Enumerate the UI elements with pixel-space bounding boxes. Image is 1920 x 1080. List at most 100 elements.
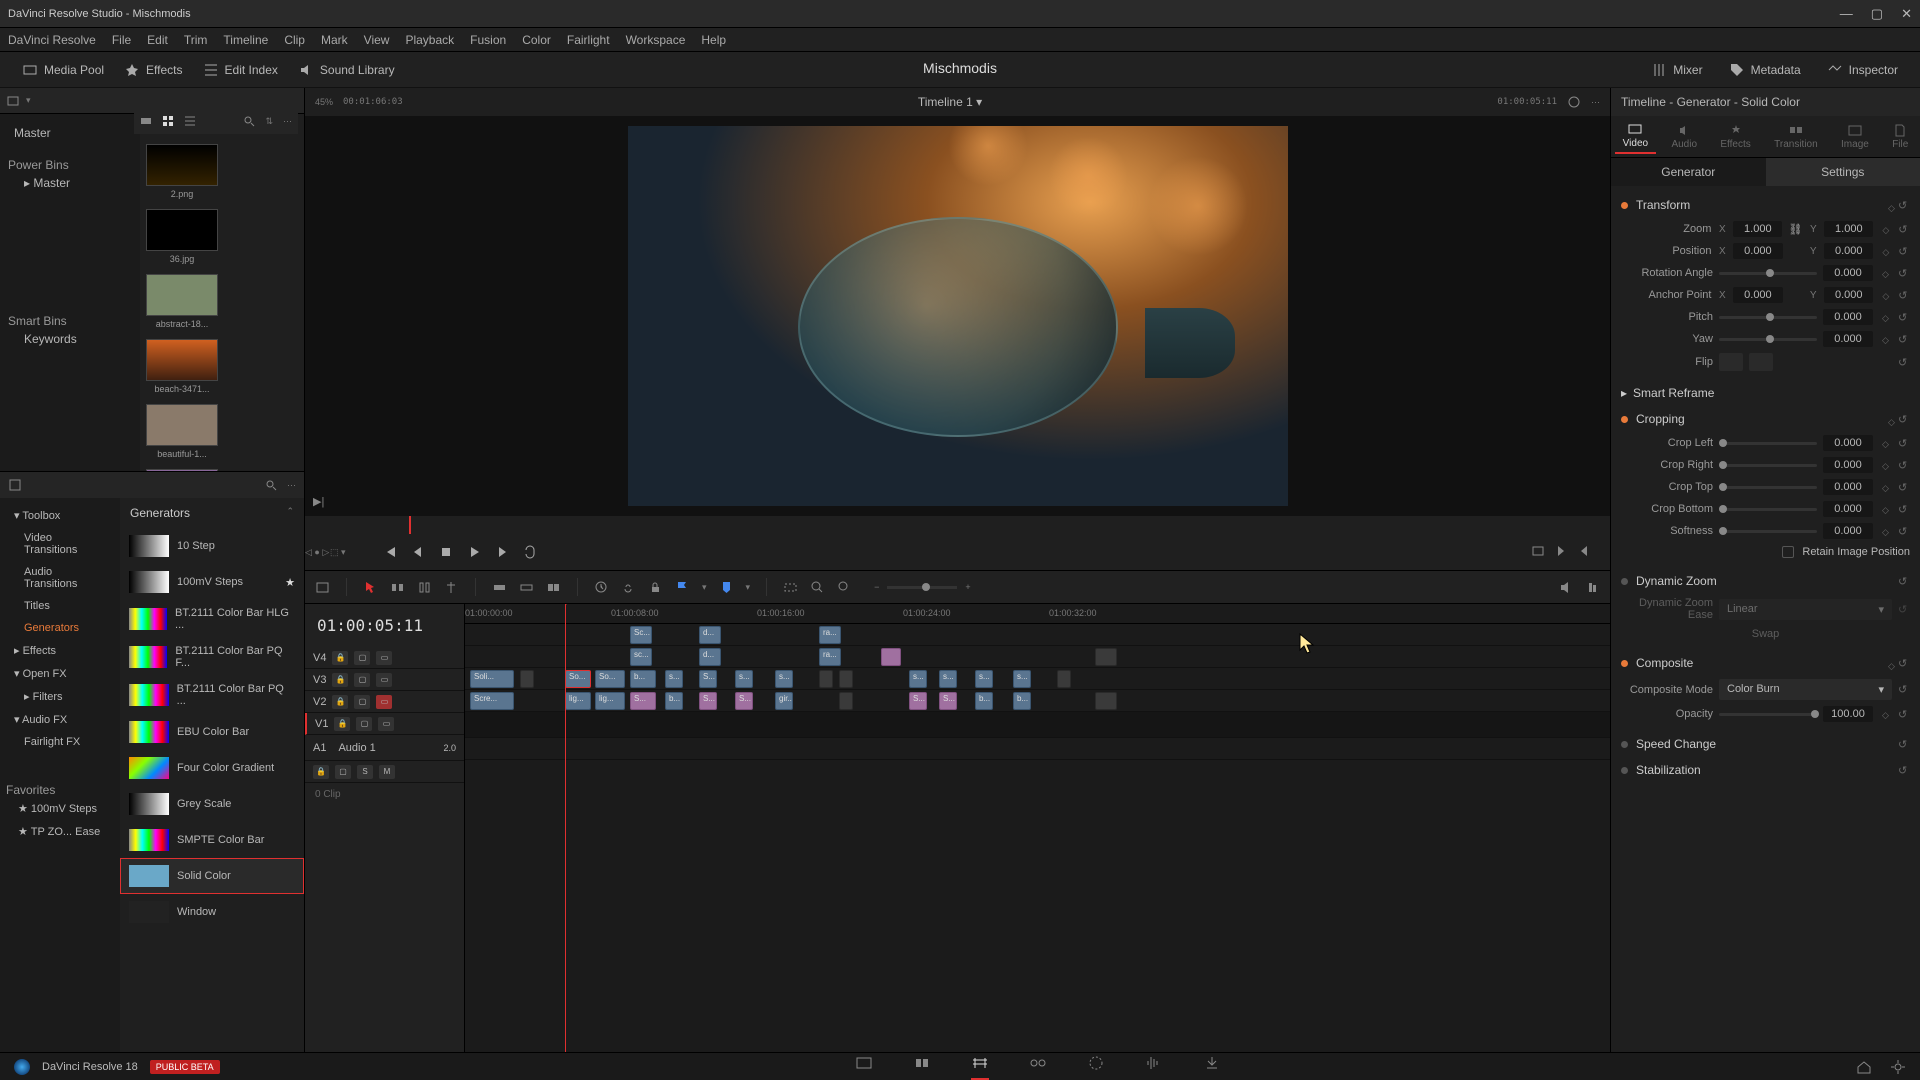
dynamic-trim-icon[interactable] xyxy=(417,580,432,595)
viewer-scrubber[interactable] xyxy=(305,516,1610,534)
crop-top-field[interactable]: 0.000 xyxy=(1823,479,1873,495)
timeline-clip[interactable]: s... xyxy=(909,670,927,688)
generator-item[interactable]: EBU Color Bar xyxy=(120,714,304,750)
softness-slider[interactable] xyxy=(1719,530,1817,533)
sound-library-toggle[interactable]: Sound Library xyxy=(288,62,405,78)
track-a1-header[interactable]: A1 Audio 12.0 xyxy=(305,735,464,761)
timeline-clip[interactable]: b... xyxy=(1013,692,1031,710)
color-page-icon[interactable] xyxy=(1087,1054,1105,1072)
fx-generators[interactable]: Generators xyxy=(6,617,114,639)
clip-item[interactable]: 36.jpg xyxy=(146,209,218,264)
subtab-settings[interactable]: Settings xyxy=(1766,158,1920,186)
generator-item[interactable]: 100mV Steps★ xyxy=(120,564,304,600)
zoom-detail-icon[interactable] xyxy=(810,580,825,595)
timeline-clip[interactable]: S... xyxy=(909,692,927,710)
blade-tool-icon[interactable] xyxy=(444,580,459,595)
close-button[interactable]: ✕ xyxy=(1901,6,1912,22)
audio-mute-icon[interactable] xyxy=(1558,580,1573,595)
prev-edit-icon[interactable]: ◁ ● ▷ xyxy=(305,547,329,558)
in-point-icon[interactable] xyxy=(1555,544,1569,558)
tab-transition[interactable]: Transition xyxy=(1766,120,1826,153)
menu-mark[interactable]: Mark xyxy=(321,33,348,47)
clip-item[interactable]: beach-3471... xyxy=(146,339,218,394)
media-pool-toggle[interactable]: Media Pool xyxy=(12,62,114,78)
fx-collapse-icon[interactable]: ⌃ xyxy=(286,506,294,520)
crop-right-field[interactable]: 0.000 xyxy=(1823,457,1873,473)
menu-view[interactable]: View xyxy=(364,33,390,47)
timeline-clip[interactable]: d... xyxy=(699,626,721,644)
timeline-clip[interactable]: lig... xyxy=(595,692,625,710)
generator-item[interactable]: Grey Scale xyxy=(120,786,304,822)
menu-help[interactable]: Help xyxy=(701,33,726,47)
timeline-clip[interactable]: Sc... xyxy=(630,626,652,644)
track-v3[interactable]: sc...d...ra... xyxy=(465,646,1610,668)
fx-effects[interactable]: ▸ Effects xyxy=(6,639,114,662)
yaw-field[interactable]: 0.000 xyxy=(1823,331,1873,347)
fav-item-0[interactable]: ★ 100mV Steps xyxy=(6,797,114,820)
fx-options-button[interactable]: ⋯ xyxy=(287,480,296,491)
timeline-clip[interactable]: S... xyxy=(735,692,753,710)
view-options-icon[interactable] xyxy=(315,580,330,595)
smart-reframe-section[interactable]: ▸Smart Reframe xyxy=(1621,380,1910,406)
timeline-clip[interactable]: gir... xyxy=(775,692,793,710)
fx-search-icon[interactable] xyxy=(265,479,277,491)
fx-openfx[interactable]: ▾ Open FX xyxy=(6,662,114,685)
viewer-options[interactable]: ⋯ xyxy=(1591,97,1600,108)
options-button[interactable]: ⋯ xyxy=(283,116,292,127)
dynamic-zoom-section[interactable]: Dynamic Zoom↺ xyxy=(1621,568,1910,594)
toolbox-header[interactable]: ▾ Toolbox xyxy=(6,504,114,527)
next-clip-icon[interactable]: ▶| xyxy=(313,495,324,508)
timeline-clip[interactable] xyxy=(839,670,853,688)
timeline-clip[interactable]: s... xyxy=(1013,670,1031,688)
fav-item-1[interactable]: ★ TP ZO... Ease xyxy=(6,820,114,843)
tab-file[interactable]: File xyxy=(1884,120,1916,153)
insert-clip-icon[interactable] xyxy=(492,580,507,595)
selection-tool-icon[interactable] xyxy=(363,580,378,595)
clip-item[interactable]: beautiful-1... xyxy=(146,404,218,459)
generator-item[interactable]: BT.2111 Color Bar PQ F... xyxy=(120,638,304,676)
overwrite-clip-icon[interactable] xyxy=(519,580,534,595)
timeline-clip[interactable] xyxy=(1095,692,1117,710)
tab-effects[interactable]: Effects xyxy=(1712,120,1758,153)
fx-audiofx[interactable]: ▾ Audio FX xyxy=(6,708,114,731)
track-a1-sub[interactable] xyxy=(465,738,1610,760)
menu-edit[interactable]: Edit xyxy=(147,33,168,47)
tab-audio[interactable]: Audio xyxy=(1663,120,1705,153)
timeline-clip[interactable]: lig... xyxy=(565,692,591,710)
timeline-clip[interactable]: ra... xyxy=(819,626,841,644)
fx-panel-icon[interactable] xyxy=(8,478,22,492)
tab-image[interactable]: Image xyxy=(1833,120,1877,153)
timeline-clip[interactable] xyxy=(819,670,833,688)
mute-button[interactable]: M xyxy=(379,765,395,779)
menu-davinci[interactable]: DaVinci Resolve xyxy=(8,33,96,47)
replace-clip-icon[interactable] xyxy=(546,580,561,595)
edit-page-icon[interactable] xyxy=(971,1054,989,1080)
power-bin-master[interactable]: ▸ Master xyxy=(8,172,132,194)
trim-tool-icon[interactable] xyxy=(390,580,405,595)
timeline-clip[interactable] xyxy=(1057,670,1071,688)
stabilization-section[interactable]: Stabilization↺ xyxy=(1621,757,1910,783)
filmstrip-view-icon[interactable] xyxy=(140,115,152,127)
zoom-out-button[interactable]: − xyxy=(874,582,879,592)
track-a1-controls[interactable]: 🔒▢SM xyxy=(305,761,464,783)
fx-audio-transitions[interactable]: Audio Transitions xyxy=(6,561,114,595)
timeline-clip[interactable]: s... xyxy=(775,670,793,688)
solo-button[interactable]: S xyxy=(357,765,373,779)
cut-page-icon[interactable] xyxy=(913,1054,931,1072)
clip-item[interactable]: 2.png xyxy=(146,144,218,199)
timeline-clip[interactable]: S... xyxy=(699,670,717,688)
fairlight-page-icon[interactable] xyxy=(1145,1054,1163,1072)
subtab-generator[interactable]: Generator xyxy=(1611,158,1766,186)
timeline-clip[interactable]: d... xyxy=(699,648,721,666)
inspector-toggle[interactable]: Inspector xyxy=(1817,62,1908,78)
mixer-toggle[interactable]: Mixer xyxy=(1641,62,1712,78)
play-icon[interactable] xyxy=(467,545,481,559)
out-point-icon[interactable] xyxy=(1576,544,1590,558)
menu-trim[interactable]: Trim xyxy=(184,33,208,47)
timeline-clip[interactable]: s... xyxy=(975,670,993,688)
opacity-slider[interactable] xyxy=(1719,713,1817,716)
audio-meter-icon[interactable] xyxy=(1585,580,1600,595)
yaw-slider[interactable] xyxy=(1719,338,1817,341)
generator-item[interactable]: Solid Color xyxy=(120,858,304,894)
smart-bin-keywords[interactable]: Keywords xyxy=(8,328,132,350)
